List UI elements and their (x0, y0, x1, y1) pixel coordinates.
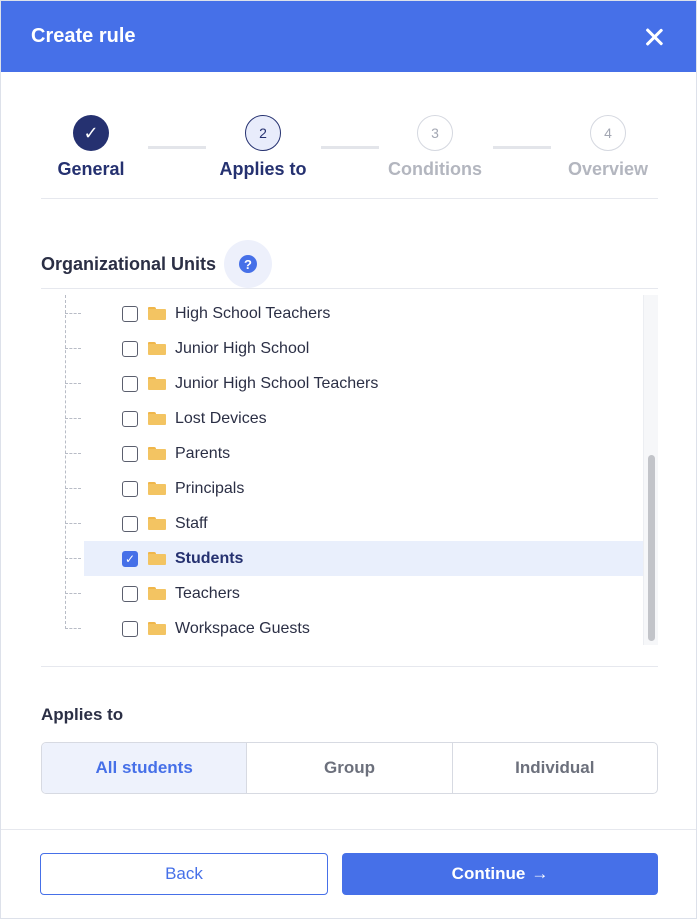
tree-branch (65, 418, 81, 419)
checkbox[interactable] (122, 620, 138, 637)
continue-button[interactable]: Continue → (342, 853, 658, 895)
tree-branch (65, 488, 81, 489)
step-label: Overview (567, 159, 649, 179)
create-rule-dialog: Create rule ✓ General 2 Applies to 3 Con… (0, 0, 697, 919)
dialog-header: Create rule (1, 1, 696, 72)
tree-item-label: Teachers (175, 584, 240, 602)
step-check-icon: ✓ (73, 115, 109, 151)
checkbox[interactable] (122, 305, 138, 322)
tree-item-junior-high-school-teachers[interactable]: Junior High School Teachers (65, 366, 643, 401)
folder-icon (148, 412, 166, 425)
tree-branch (65, 593, 81, 594)
step-general[interactable]: ✓ General (21, 115, 161, 180)
folder-icon (148, 552, 166, 565)
tree-connector (65, 295, 66, 629)
option-individual[interactable]: Individual (451, 743, 657, 793)
tree-item-principals[interactable]: Principals (65, 471, 643, 506)
back-button[interactable]: Back (40, 853, 328, 895)
stepper: ✓ General 2 Applies to 3 Conditions 4 Ov… (41, 115, 658, 199)
divider (41, 198, 658, 199)
step-label: Applies to (219, 159, 307, 179)
org-units-title: Organizational Units (41, 253, 217, 274)
folder-icon (148, 447, 166, 460)
tree-branch (65, 313, 81, 314)
help-button[interactable]: ? (224, 240, 273, 288)
tree-item-staff[interactable]: Staff (65, 506, 643, 541)
help-icon: ? (239, 255, 258, 273)
tree-item-students[interactable]: ✓ Students (65, 541, 643, 576)
org-units-tree: High School Teachers Junior High School … (41, 295, 658, 645)
applies-to-title: Applies to (41, 705, 124, 724)
checkbox[interactable] (122, 515, 138, 532)
tree-item-high-school-teachers[interactable]: High School Teachers (65, 296, 643, 331)
step-overview[interactable]: 4 Overview (538, 115, 678, 180)
arrow-right-icon: → (531, 864, 549, 883)
tree-branch (65, 348, 81, 349)
checkbox-checked[interactable]: ✓ (122, 550, 138, 567)
dialog-title: Create rule (31, 25, 136, 47)
step-label: Conditions (388, 159, 482, 179)
checkbox[interactable] (122, 585, 138, 602)
divider (41, 288, 658, 289)
folder-icon (148, 307, 166, 320)
tree-item-label: Junior High School (175, 339, 310, 357)
folder-icon (148, 517, 166, 530)
back-button-label: Back (165, 864, 203, 883)
tree-branch (65, 383, 81, 384)
close-icon[interactable] (642, 25, 666, 49)
folder-icon (148, 342, 166, 355)
option-group[interactable]: Group (246, 743, 451, 793)
applies-to-selector: All students Group Individual (41, 742, 658, 794)
tree-item-label: High School Teachers (175, 304, 331, 322)
tree-item-label: Staff (175, 514, 208, 532)
tree-item-label: Lost Devices (175, 409, 267, 427)
tree-branch (65, 558, 81, 559)
divider (41, 666, 658, 667)
tree-branch (65, 523, 81, 524)
tree-item-junior-high-school[interactable]: Junior High School (65, 331, 643, 366)
step-number: 4 (590, 115, 626, 151)
checkbox[interactable] (122, 410, 138, 427)
step-applies-to[interactable]: 2 Applies to (193, 115, 333, 180)
scrollbar-thumb[interactable] (648, 455, 655, 641)
step-number: 2 (245, 115, 281, 151)
org-units-heading: Organizational Units ? (41, 240, 273, 288)
step-label: General (57, 159, 125, 179)
folder-icon (148, 622, 166, 635)
tree-item-label: Junior High School Teachers (175, 374, 379, 392)
tree-item-label: Workspace Guests (175, 619, 310, 637)
folder-icon (148, 377, 166, 390)
checkbox[interactable] (122, 375, 138, 392)
tree-item-teachers[interactable]: Teachers (65, 576, 643, 611)
tree-item-workspace-guests[interactable]: Workspace Guests (65, 611, 643, 645)
step-number: 3 (417, 115, 453, 151)
tree-branch (65, 628, 81, 629)
folder-icon (148, 587, 166, 600)
option-all-students[interactable]: All students (42, 743, 247, 793)
tree-scrollbar[interactable] (643, 295, 658, 645)
tree-item-label: Principals (175, 479, 245, 497)
dialog-footer: Back Continue → (1, 829, 696, 919)
tree-item-label: Students (175, 549, 244, 567)
continue-button-label: Continue (451, 864, 526, 883)
tree-item-parents[interactable]: Parents (65, 436, 643, 471)
folder-icon (148, 482, 166, 495)
tree-branch (65, 453, 81, 454)
tree-item-label: Parents (175, 444, 231, 462)
checkbox[interactable] (122, 480, 138, 497)
checkbox[interactable] (122, 340, 138, 357)
step-conditions[interactable]: 3 Conditions (365, 115, 505, 180)
checkbox[interactable] (122, 445, 138, 462)
tree-item-lost-devices[interactable]: Lost Devices (65, 401, 643, 436)
